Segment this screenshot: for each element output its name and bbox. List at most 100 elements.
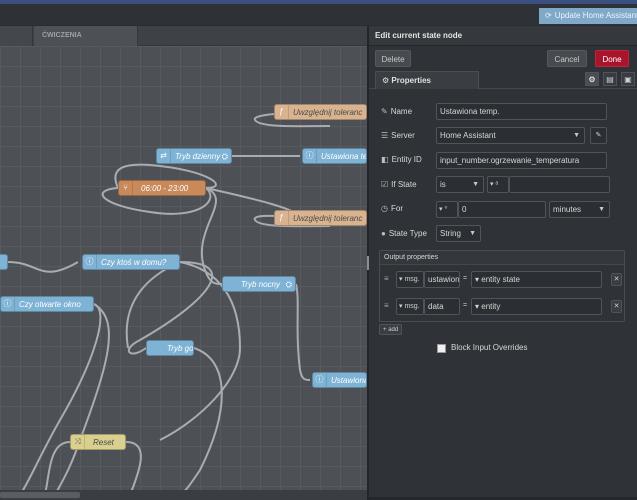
settings-gear-icon[interactable]: ⚙: [585, 72, 599, 86]
description-icon[interactable]: ▤: [603, 72, 617, 86]
for-label: ◷ For: [381, 201, 403, 217]
flow-node-tryb-goscia[interactable]: Tryb gościa: [146, 340, 194, 356]
output-value-select[interactable]: ▾ entity state: [471, 271, 602, 288]
server-label: ☰ Server: [381, 128, 415, 144]
output-value: entity: [481, 302, 501, 311]
chevron-down-icon: ▼: [472, 181, 479, 188]
server-value: Home Assistant: [440, 131, 496, 140]
flow-node-czy-ktos-w-domu[interactable]: ⓘ Czy ktoś w domu?: [82, 254, 180, 270]
flow-node-uwzglednij-tolerancje-1[interactable]: ƒ Uwzględnij toleranc: [274, 104, 367, 120]
if-state-operator-select[interactable]: is ▼: [436, 176, 484, 193]
remove-output-button[interactable]: ✕: [611, 300, 622, 313]
number-type-icon: ⁰: [444, 206, 448, 213]
done-button[interactable]: Done: [595, 50, 629, 67]
chevron-down-icon: ▾: [475, 302, 480, 311]
node-label: Uwzględnij toleranc: [293, 108, 363, 117]
workspace-horizontal-scrollbar[interactable]: [0, 490, 367, 500]
server-icon: ☰: [381, 131, 389, 140]
name-label: ✎ Name: [381, 104, 412, 120]
node-label: Czy ktoś w domu?: [101, 258, 167, 267]
node-label: Ustawiona te: [321, 152, 367, 161]
call-service-icon: ⛭: [221, 152, 228, 161]
ifstate-label-text: If State: [391, 180, 417, 189]
tag-icon: ✎: [381, 107, 388, 116]
server-label-text: Server: [391, 131, 415, 140]
tab-properties-label: Properties: [391, 76, 431, 85]
flow-node-stub-left[interactable]: [0, 254, 8, 270]
node-label: Tryb nocny: [241, 280, 280, 289]
server-select[interactable]: Home Assistant ▼: [436, 127, 585, 144]
delete-button[interactable]: Delete: [375, 50, 411, 67]
equals-sign: =: [463, 302, 468, 309]
name-input[interactable]: Ustawiona temp.: [436, 103, 607, 120]
for-value-input[interactable]: 0: [458, 201, 546, 218]
change-icon: ⇄: [157, 149, 171, 163]
drag-handle-icon[interactable]: ≡: [384, 301, 389, 310]
chevron-down-icon: ▾: [490, 181, 494, 188]
flow-node-time-range[interactable]: ⑂ 06:00 - 23:00: [118, 180, 206, 196]
output-row: ≡ ▾ msg. data = ▾ entity ✕: [380, 295, 624, 319]
scrollbar-thumb[interactable]: [0, 492, 80, 498]
call-service-icon: ⛭: [285, 280, 292, 289]
update-label: Update Home Assistant f: [554, 11, 637, 20]
update-home-assistant-button[interactable]: ⟳ Update Home Assistant f: [539, 8, 637, 24]
refresh-icon: ⟳: [545, 11, 552, 20]
shuffle-icon: ⤨: [71, 435, 85, 449]
ifstate-op-value: is: [440, 180, 446, 189]
block-input-overrides-label: Block Input Overrides: [451, 343, 528, 352]
output-property-input[interactable]: data: [424, 298, 460, 315]
entity-id-label: ◧ Entity ID: [381, 152, 422, 168]
flow-node-reset[interactable]: ⤨ Reset: [70, 434, 126, 450]
output-property-input[interactable]: ustawiona: [424, 271, 460, 288]
tab-properties[interactable]: ⚙ Properties: [375, 71, 479, 89]
output-value-select[interactable]: ▾ entity: [471, 298, 602, 315]
info-icon: ⓘ: [1, 297, 15, 311]
flow-wires: [7, 111, 351, 496]
add-output-button[interactable]: + add: [379, 324, 403, 335]
flow-node-ustawiona-temp-bottom[interactable]: ⓘ Ustawiona: [312, 372, 367, 388]
switch-icon: ⑂: [119, 181, 133, 195]
function-icon: ƒ: [275, 211, 289, 225]
output-type-select[interactable]: ▾ msg.: [396, 271, 424, 288]
entity-id-input[interactable]: input_number.ogrzewanie_temperatura: [436, 152, 607, 169]
if-state-label: ☑ If State: [381, 177, 417, 193]
statetype-value: String: [440, 229, 461, 238]
flow-node-tryb-nocny[interactable]: Tryb nocny ⛭: [222, 276, 296, 292]
edit-server-button[interactable]: ✎: [590, 127, 607, 144]
panel-resize-handle[interactable]: [367, 256, 369, 270]
clock-icon: ◷: [381, 204, 388, 213]
panel-tabs: ⚙ Properties ⚙ ▤ ▣: [369, 71, 637, 89]
flow-node-ustawiona-temp-top[interactable]: ⓘ Ustawiona te: [302, 148, 367, 164]
for-unit-select[interactable]: minutes ▼: [549, 201, 610, 218]
drag-handle-icon[interactable]: ≡: [384, 274, 389, 283]
pencil-icon: ✎: [595, 132, 602, 139]
chevron-down-icon: ▾: [439, 206, 443, 213]
drop-icon: ●: [381, 229, 386, 238]
plus-icon: +: [383, 327, 387, 333]
cancel-button[interactable]: Cancel: [547, 50, 587, 67]
output-type: msg.: [404, 276, 420, 283]
node-label: Reset: [93, 438, 114, 447]
chevron-down-icon: ▼: [573, 132, 580, 139]
remove-output-button[interactable]: ✕: [611, 273, 622, 286]
output-properties-header: Output properties: [380, 251, 624, 265]
node-label: Tryb dzienny: [175, 152, 221, 161]
output-type-select[interactable]: ▾ msg.: [396, 298, 424, 315]
if-state-type-button[interactable]: ▾ ᵃ: [487, 176, 509, 193]
entity-label-text: Entity ID: [391, 155, 422, 164]
info-icon: ⓘ: [313, 373, 327, 387]
state-type-select[interactable]: String ▼: [436, 225, 481, 242]
node-label: Uwzględnij toleranc: [293, 214, 363, 223]
output-type: msg.: [404, 303, 420, 310]
equals-sign: =: [463, 275, 468, 282]
flow-node-tryb-dzienny[interactable]: ⇄ Tryb dzienny ⛭: [156, 148, 232, 164]
info-icon: ⓘ: [303, 149, 317, 163]
block-input-overrides-checkbox[interactable]: [437, 344, 446, 353]
flow-node-uwzglednij-tolerancje-2[interactable]: ƒ Uwzględnij toleranc: [274, 210, 367, 226]
if-state-value-input[interactable]: [509, 176, 610, 193]
appearance-icon[interactable]: ▣: [621, 72, 635, 86]
flow-node-czy-otwarte-okno[interactable]: ⓘ Czy otwarte okno: [0, 296, 94, 312]
for-unit-value: minutes: [553, 205, 582, 214]
for-type-button[interactable]: ▾ ⁰: [436, 201, 458, 218]
checkbox-icon: ☑: [381, 180, 389, 189]
